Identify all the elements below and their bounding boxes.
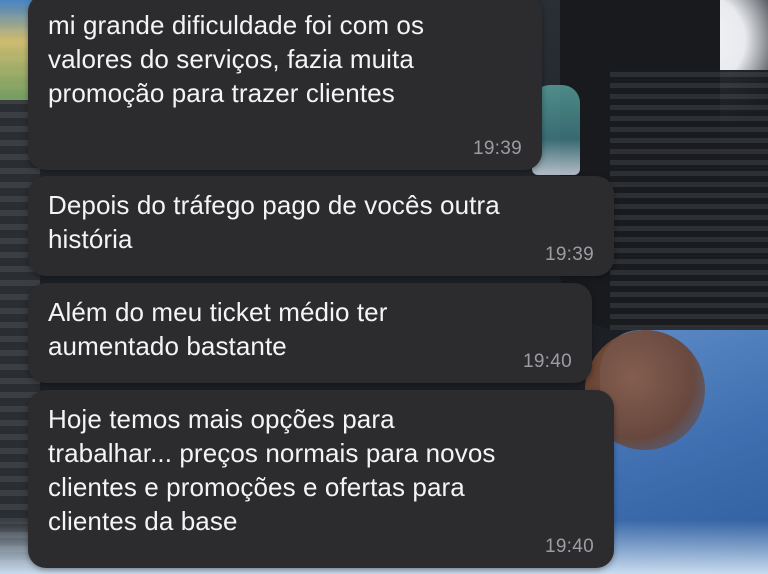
message-bubble[interactable]: Depois do tráfego pago de vocês outra hi… xyxy=(28,176,614,276)
message-timestamp: 19:39 xyxy=(472,138,522,159)
background-wicker-chair xyxy=(610,70,768,330)
message-timestamp: 19:40 xyxy=(544,536,594,557)
message-text: Além do meu ticket médio ter aumentado b… xyxy=(48,297,388,361)
message-bubble[interactable]: mi grande dificuldade foi com os valores… xyxy=(28,0,542,170)
chat-screenshot: mi grande dificuldade foi com os valores… xyxy=(0,0,768,574)
message-timestamp: 19:40 xyxy=(522,351,572,372)
message-text: Hoje temos mais opções para trabalhar...… xyxy=(48,404,496,536)
message-text: mi grande dificuldade foi com os valores… xyxy=(48,10,425,108)
message-bubble[interactable]: Hoje temos mais opções para trabalhar...… xyxy=(28,390,614,568)
message-bubble[interactable]: Além do meu ticket médio ter aumentado b… xyxy=(28,283,592,383)
message-text: Depois do tráfego pago de vocês outra hi… xyxy=(48,190,500,254)
message-timestamp: 19:39 xyxy=(544,244,594,265)
